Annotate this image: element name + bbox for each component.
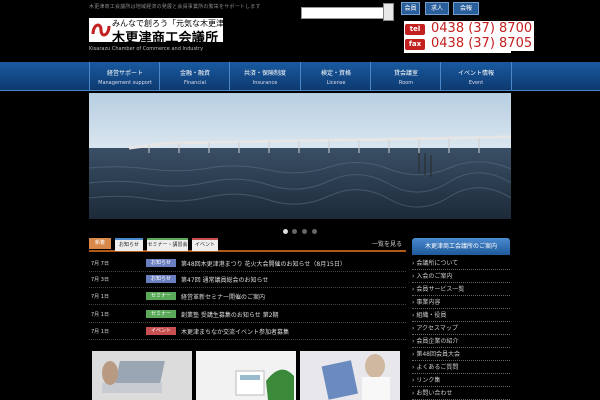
news-row[interactable]: 7月 7日 お知らせ 第48回木更津港まつり 花火大会開催のお知らせ（8月15日… — [89, 257, 406, 272]
news-title[interactable]: 第47回 通常議員総会のお知らせ — [181, 275, 268, 284]
nav-sublabel: Management support — [98, 80, 152, 86]
sidebar-link-label: お問い合わせ — [416, 390, 453, 397]
nav-sublabel: License — [326, 80, 346, 86]
nav-sublabel: Event — [468, 80, 484, 86]
sidebar-link[interactable]: › よくあるご質問 — [412, 362, 510, 374]
util-link-jobs[interactable]: 求人 — [425, 2, 449, 15]
hero-slideshow-image[interactable] — [89, 93, 511, 219]
news-date: 7月 3日 — [91, 277, 109, 283]
sidebar-link[interactable]: › 会員サービス一覧 — [412, 284, 510, 296]
sidebar-link-label: よくあるご質問 — [416, 364, 459, 371]
slide-dot-2[interactable] — [292, 229, 297, 234]
sidebar-link-label: 入会のご案内 — [416, 273, 453, 280]
card-calculator-image[interactable] — [196, 351, 296, 400]
sidebar-link-label: 事業内容 — [416, 299, 441, 306]
nav-item-financial[interactable]: 金融・融資 Financial — [159, 62, 230, 90]
news-title[interactable]: 第48回木更津港まつり 花火大会開催のお知らせ（8月15日） — [181, 259, 346, 268]
tel-number: 0438 (37) 8700 — [429, 21, 535, 36]
news-category-badge: お知らせ — [146, 275, 176, 283]
tab-new[interactable]: 新着 — [89, 238, 111, 249]
nav-item-insurance[interactable]: 共済・保険制度 Insurance — [229, 62, 300, 90]
sidebar-link-label: アクセスマップ — [416, 325, 458, 332]
sidebar-link-label: 第48回会員大会 — [416, 351, 460, 358]
news-date: 7月 1日 — [91, 294, 109, 300]
news-category-badge: イベント — [146, 327, 176, 335]
sidebar-link[interactable]: › 事業内容 — [412, 297, 510, 309]
sidebar-link[interactable]: › リンク集 — [412, 375, 510, 387]
news-more-link[interactable]: 一覧を見る — [372, 239, 402, 248]
nav-item-event[interactable]: イベント情報 Event — [440, 62, 512, 90]
news-category-badge: セミナー — [146, 310, 176, 318]
tab-notice[interactable]: お知らせ — [115, 238, 143, 251]
sidebar-link-label: 会員サービス一覧 — [416, 286, 465, 293]
nav-item-management[interactable]: 経営サポート Management support — [89, 62, 160, 90]
logo-mark-icon — [91, 23, 111, 37]
tab-event[interactable]: イベント — [192, 238, 218, 251]
news-category-badge: お知らせ — [146, 259, 176, 267]
nav-item-room[interactable]: 貸会議室 Room — [370, 62, 441, 90]
slide-dot-3[interactable] — [302, 229, 307, 234]
tel-label: tel — [405, 24, 425, 35]
nav-label: 金融・融資 — [179, 70, 210, 77]
nav-sublabel: Room — [398, 80, 414, 86]
feature-cards — [89, 351, 400, 400]
tel-contact: tel 0438 (37) 8700 — [405, 21, 535, 37]
sidebar-link[interactable]: › 第48回会員大会 — [412, 349, 510, 361]
sidebar-link[interactable]: › 入会のご案内 — [412, 271, 510, 283]
util-link-members[interactable]: 会員 — [401, 2, 420, 15]
header-top-text: 木更津商工会議所は地域経済の発展と会員事業所の繁栄をサポートします — [89, 4, 261, 10]
sidebar-link-label: 会員企業の紹介 — [416, 338, 459, 345]
nav-label: 共済・保険制度 — [243, 70, 286, 77]
fax-label: fax — [405, 39, 425, 50]
sidebar-heading: 木更津商工会議所のご案内 — [412, 238, 510, 255]
news-row[interactable]: 7月 1日 セミナー 経営革新セミナー開催のご案内 — [89, 290, 406, 305]
news-title[interactable]: 木更津まちなか交流イベント参加者募集 — [181, 327, 289, 336]
sidebar-link[interactable]: › 会議所について — [412, 258, 510, 270]
sidebar-link[interactable]: › 組織・役員 — [412, 310, 510, 322]
util-link-bulletin[interactable]: 会報 — [453, 2, 479, 15]
news-title[interactable]: 創業塾 受講生募集のお知らせ 第2期 — [181, 310, 279, 319]
news-date: 7月 7日 — [91, 261, 109, 267]
nav-label: イベント情報 — [457, 70, 494, 77]
fax-number: 0438 (37) 8705 — [429, 36, 535, 51]
card-laptop-image[interactable] — [92, 351, 192, 400]
slide-dot-4[interactable] — [312, 229, 317, 234]
news-row[interactable]: 7月 1日 イベント 木更津まちなか交流イベント参加者募集 — [89, 325, 406, 340]
news-title[interactable]: 経営革新セミナー開催のご案内 — [181, 292, 265, 301]
card-business-image[interactable] — [300, 351, 400, 400]
slide-dot-1[interactable] — [283, 229, 288, 234]
nav-label: 貸会議室 — [393, 70, 418, 77]
sidebar-link[interactable]: › お問い合わせ — [412, 388, 510, 400]
news-row[interactable]: 7月 3日 お知らせ 第47回 通常議員総会のお知らせ — [89, 273, 406, 288]
logo-name: 木更津商工会議所 — [112, 31, 219, 46]
search-button[interactable] — [383, 3, 394, 21]
nav-label: 検定・資格 — [320, 70, 351, 77]
news-date: 7月 1日 — [91, 329, 109, 335]
news-row[interactable]: 7月 1日 セミナー 創業塾 受講生募集のお知らせ 第2期 — [89, 308, 406, 323]
sidebar-link[interactable]: › 会員企業の紹介 — [412, 336, 510, 348]
nav-label: 経営サポート — [106, 70, 143, 77]
news-category-badge: セミナー — [146, 292, 176, 300]
nav-sublabel: Insurance — [252, 80, 278, 86]
fax-contact: fax 0438 (37) 8705 — [405, 36, 535, 52]
search-input[interactable] — [301, 7, 386, 19]
site-logo[interactable]: みんなで創ろう「元気な木更津」 木更津商工会議所 Kisarazu Chambe… — [89, 18, 232, 54]
nav-item-license[interactable]: 検定・資格 License — [300, 62, 371, 90]
news-date: 7月 1日 — [91, 312, 109, 318]
nav-sublabel: Financial — [184, 80, 206, 86]
sidebar-link-label: 組織・役員 — [416, 312, 447, 319]
bridge-photo — [89, 93, 511, 219]
logo-english: Kisarazu Chamber of Commerce and Industr… — [89, 46, 204, 52]
sidebar-link-label: 会議所について — [416, 260, 459, 267]
sidebar-link[interactable]: › アクセスマップ — [412, 323, 510, 335]
tab-seminar[interactable]: セミナー・講習会 — [147, 238, 188, 251]
sidebar-link-label: リンク集 — [416, 377, 441, 384]
